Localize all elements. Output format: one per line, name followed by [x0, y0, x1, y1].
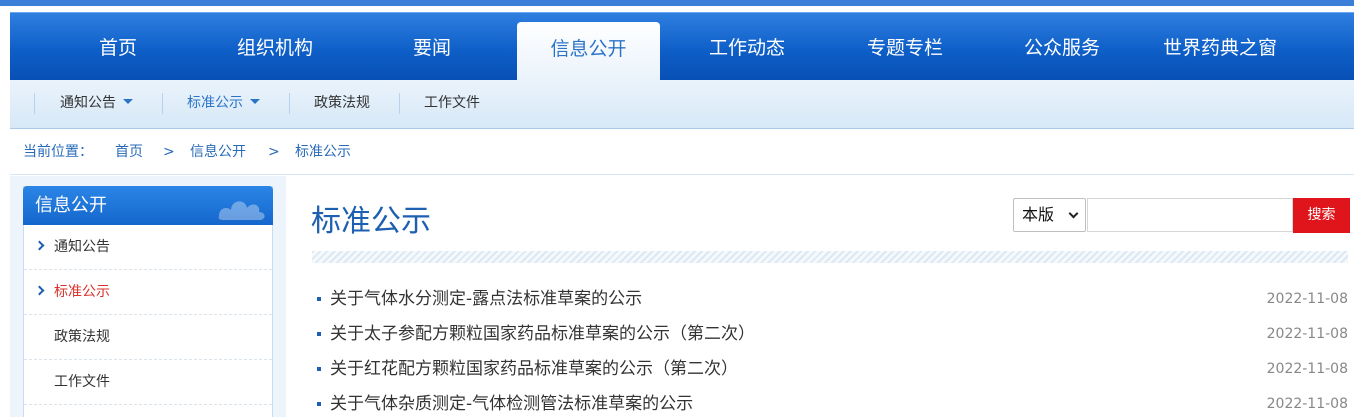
- news-date: 2022-11-08: [1266, 326, 1348, 342]
- sidebar-item-label: 标准公示: [54, 284, 110, 300]
- list-item[interactable]: 关于太子参配方颗粒国家药品标准草案的公示（第二次） 2022-11-08: [312, 319, 1348, 349]
- main-nav: 首页 组织机构 要闻 信息公开 工作动态 专题专栏 公众服务 世界药典之窗: [10, 12, 1354, 82]
- page-title: 标准公示: [311, 204, 431, 239]
- news-date: 2022-11-08: [1266, 361, 1348, 377]
- nav-info-disclosure[interactable]: 信息公开: [517, 22, 660, 82]
- news-date: 2022-11-08: [1266, 396, 1348, 412]
- breadcrumb-current[interactable]: 标准公示: [295, 130, 351, 175]
- news-title[interactable]: 关于红花配方颗粒国家药品标准草案的公示（第二次）: [330, 354, 738, 384]
- news-date: 2022-11-08: [1266, 291, 1348, 307]
- list-item[interactable]: 关于红花配方颗粒国家药品标准草案的公示（第二次） 2022-11-08: [312, 354, 1348, 384]
- sidebar-item-label: 工作文件: [54, 374, 110, 390]
- sub-nav-notices[interactable]: 通知公告: [60, 80, 133, 129]
- breadcrumb-info-disclosure[interactable]: 信息公开: [190, 130, 246, 175]
- title-divider: [312, 251, 1348, 263]
- sidebar-item-policies[interactable]: 政策法规: [24, 315, 272, 360]
- breadcrumb-prefix: 当前位置：: [23, 144, 93, 160]
- sub-nav-divider: [399, 93, 400, 114]
- sidebar-item-standards[interactable]: 标准公示: [24, 270, 272, 315]
- news-title[interactable]: 关于气体水分测定-露点法标准草案的公示: [330, 284, 642, 314]
- bullet-icon: [317, 402, 321, 406]
- sidebar: 信息公开 通知公告 标准公示 政策法规 工作文件: [23, 186, 273, 417]
- nav-special-topics[interactable]: 专题专栏: [835, 13, 975, 81]
- news-title[interactable]: 关于气体杂质测定-气体检测管法标准草案的公示: [330, 389, 693, 417]
- sub-nav-policies[interactable]: 政策法规: [314, 80, 370, 129]
- bullet-icon: [317, 332, 321, 336]
- sub-nav-label: 标准公示: [187, 95, 243, 111]
- breadcrumb: 当前位置： 首页 > 信息公开 > 标准公示: [10, 130, 1354, 175]
- sidebar-header: 信息公开: [23, 186, 273, 225]
- sub-nav-standards[interactable]: 标准公示: [187, 80, 260, 129]
- bullet-icon: [317, 297, 321, 301]
- chevron-down-icon: [1068, 208, 1079, 219]
- sidebar-item-notices[interactable]: 通知公告: [24, 225, 272, 270]
- nav-public-service[interactable]: 公众服务: [992, 13, 1132, 81]
- sub-nav-work-files[interactable]: 工作文件: [424, 80, 480, 129]
- search-button[interactable]: 搜索: [1293, 198, 1350, 233]
- sub-nav-divider: [289, 93, 290, 114]
- nav-work-updates[interactable]: 工作动态: [677, 13, 817, 81]
- breadcrumb-home[interactable]: 首页: [115, 130, 143, 175]
- sub-nav: 通知公告 标准公示 政策法规 工作文件: [10, 80, 1354, 129]
- nav-news[interactable]: 要闻: [362, 13, 502, 81]
- news-title[interactable]: 关于太子参配方颗粒国家药品标准草案的公示（第二次）: [330, 319, 755, 349]
- sub-nav-label: 通知公告: [60, 95, 116, 111]
- list-item[interactable]: 关于气体杂质测定-气体检测管法标准草案的公示 2022-11-08: [312, 389, 1348, 417]
- search-scope-value: 本版: [1022, 205, 1055, 224]
- chevron-right-icon: [34, 240, 45, 251]
- chevron-right-icon: [34, 285, 45, 296]
- main-area: 信息公开 通知公告 标准公示 政策法规 工作文件 标准公示 本版 搜索 关于气体…: [10, 176, 1354, 417]
- search-scope-select[interactable]: 本版: [1013, 198, 1086, 232]
- cloud-decoration-icon: [218, 201, 265, 220]
- page: 首页 组织机构 要闻 信息公开 工作动态 专题专栏 公众服务 世界药典之窗 通知…: [0, 0, 1354, 417]
- sub-nav-divider: [34, 93, 35, 114]
- sidebar-item-work-files[interactable]: 工作文件: [24, 360, 272, 405]
- caret-down-icon: [250, 98, 260, 104]
- breadcrumb-separator: >: [163, 144, 175, 160]
- sidebar-item-label: 通知公告: [54, 239, 110, 255]
- breadcrumb-separator: >: [268, 144, 280, 160]
- nav-world-pharmacopoeia[interactable]: 世界药典之窗: [1140, 13, 1300, 81]
- caret-down-icon: [123, 98, 133, 104]
- bullet-icon: [317, 367, 321, 371]
- nav-home[interactable]: 首页: [48, 13, 188, 81]
- nav-organization[interactable]: 组织机构: [205, 13, 345, 81]
- sidebar-title: 信息公开: [35, 195, 107, 216]
- sidebar-item-label: 政策法规: [54, 329, 110, 345]
- search-input[interactable]: [1087, 198, 1293, 232]
- list-item[interactable]: 关于气体水分测定-露点法标准草案的公示 2022-11-08: [312, 284, 1348, 314]
- sub-nav-divider: [162, 93, 163, 114]
- sidebar-column: 信息公开 通知公告 标准公示 政策法规 工作文件: [10, 176, 286, 417]
